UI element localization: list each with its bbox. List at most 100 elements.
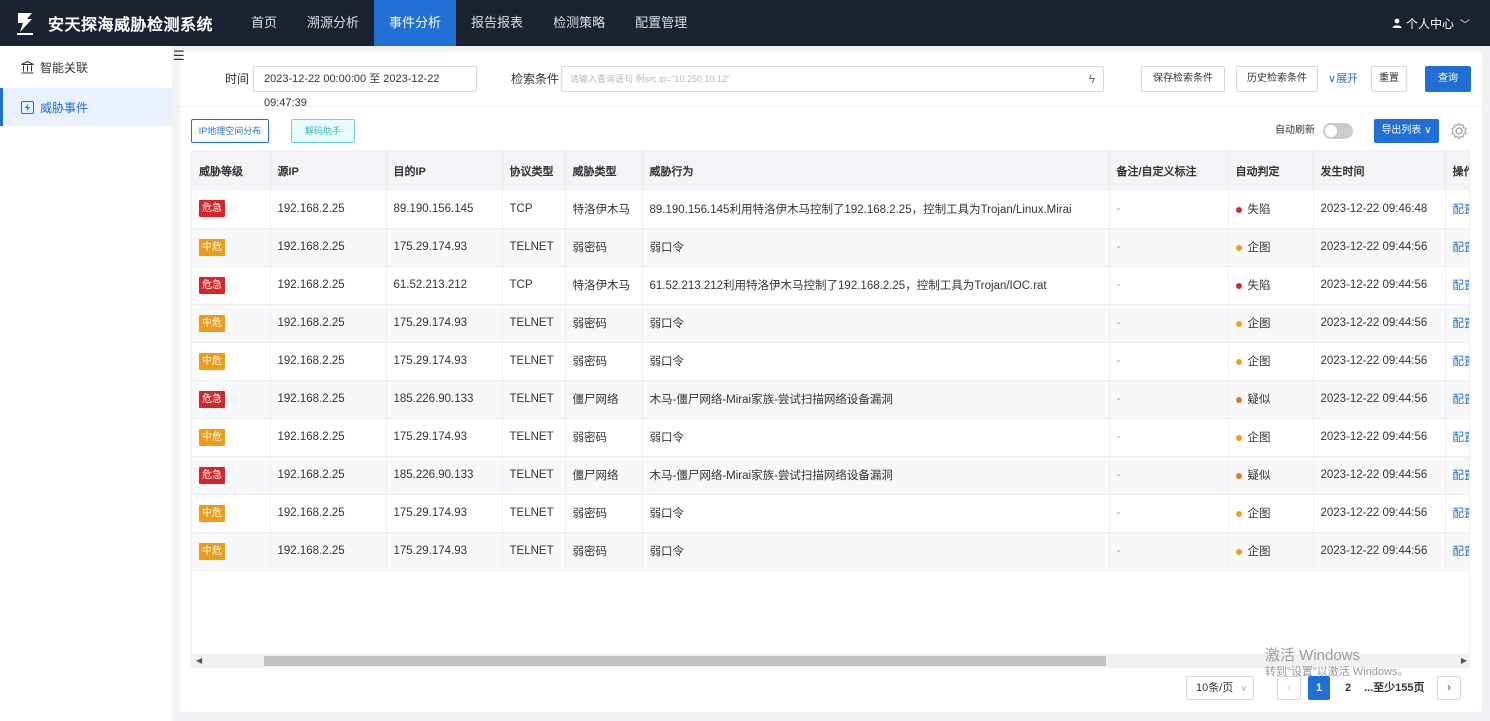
menu-collapse-icon[interactable]: ☰: [173, 48, 185, 64]
table-row[interactable]: 中危 192.168.2.25 175.29.174.93 TELNET 弱密码 弱口令 -…: [192, 228, 1470, 267]
verdict-label: 企图: [1247, 242, 1271, 254]
cell-verdict: 企图: [1228, 342, 1314, 381]
cell-level: 中危: [192, 418, 271, 457]
sidebar-item-label: 威胁事件: [40, 100, 89, 115]
export-label: 导出列表: [1381, 125, 1422, 136]
cell-time: 2023-12-22 09:46:48: [1313, 190, 1446, 229]
cell-operation: 配置: [1445, 304, 1470, 343]
column-header-threat-type[interactable]: 威胁类型: [565, 151, 643, 190]
cell-note: -: [1109, 342, 1229, 381]
cell-dst-ip: 175.29.174.93: [386, 342, 503, 381]
nav-item-detection-policy[interactable]: 检测策略: [538, 0, 620, 46]
cell-note: -: [1109, 418, 1229, 457]
config-link[interactable]: 配置: [1453, 470, 1470, 482]
config-link[interactable]: 配置: [1453, 508, 1470, 520]
verdict-label: 企图: [1247, 432, 1271, 444]
config-link[interactable]: 配置: [1453, 356, 1470, 368]
column-header-note[interactable]: 备注/自定义标注: [1109, 151, 1229, 190]
nav-item-trace-analysis[interactable]: 溯源分析: [292, 0, 374, 46]
cell-dst-ip: 175.29.174.93: [386, 418, 503, 457]
cell-behavior: 89.190.156.145利用特洛伊木马控制了192.168.2.25，控制工…: [642, 190, 1110, 229]
next-page-button[interactable]: ›: [1437, 676, 1461, 700]
page-2-button[interactable]: 2: [1337, 676, 1359, 700]
nav-item-config[interactable]: 配置管理: [620, 0, 702, 46]
cell-protocol: TELNET: [502, 494, 566, 533]
page-1-button[interactable]: 1: [1308, 676, 1330, 700]
column-header-level[interactable]: 威胁等级: [192, 151, 271, 190]
auto-refresh-toggle[interactable]: [1323, 123, 1353, 139]
prev-page-button[interactable]: ‹: [1277, 676, 1301, 700]
export-list-button[interactable]: 导出列表 ∨: [1374, 119, 1439, 143]
cell-time: 2023-12-22 09:44:56: [1313, 456, 1446, 495]
verdict-dot: [1235, 358, 1242, 365]
column-header-behavior[interactable]: 威胁行为: [642, 151, 1110, 190]
verdict-dot: [1235, 320, 1242, 327]
chevron-down-icon: ∨: [1328, 73, 1337, 85]
gear-icon[interactable]: [1450, 122, 1468, 140]
date-range-picker[interactable]: 2023-12-22 00:00:00 至 2023-12-22 09:47:3…: [253, 66, 477, 109]
table-row[interactable]: 中危 192.168.2.25 175.29.174.93 TELNET 弱密码 弱口令 -…: [192, 532, 1470, 571]
app-logo[interactable]: 安天探海威胁检测系统: [0, 10, 232, 36]
cell-level: 危急: [192, 266, 271, 305]
column-header-operation[interactable]: 操作: [1445, 151, 1469, 190]
config-link[interactable]: 配置: [1453, 394, 1470, 406]
table-row[interactable]: 中危 192.168.2.25 175.29.174.93 TELNET 弱密码 弱口令 -…: [192, 418, 1470, 457]
column-header-dst-ip[interactable]: 目的IP: [386, 151, 503, 190]
cell-operation: 配置: [1445, 342, 1470, 381]
search-input[interactable]: 请输入查询语句 例src.ip="10.250.10.12" ϟ: [561, 66, 1104, 92]
ip-geo-distribution-button[interactable]: IP地理空间分布: [191, 119, 269, 143]
table-row[interactable]: 危急 192.168.2.25 61.52.213.212 TCP 特洛伊木马 61.52…: [192, 266, 1470, 305]
cell-note: -: [1109, 532, 1229, 571]
sidebar-item-threat-events[interactable]: 威胁事件: [0, 88, 172, 126]
user-menu[interactable]: 个人中心 ﹀: [1392, 0, 1470, 46]
decode-assistant-button[interactable]: 解码助手: [291, 119, 355, 143]
flash-icon[interactable]: ϟ: [1089, 67, 1095, 91]
column-header-verdict[interactable]: 自动判定: [1228, 151, 1314, 190]
history-search-button[interactable]: 历史检索条件: [1236, 66, 1318, 92]
scrollbar-thumb[interactable]: [264, 656, 1106, 666]
table-row[interactable]: 危急 192.168.2.25 89.190.156.145 TCP 特洛伊木马 89.1…: [192, 190, 1470, 229]
cell-src-ip: 192.168.2.25: [270, 342, 387, 381]
cell-src-ip: 192.168.2.25: [270, 494, 387, 533]
scroll-left-arrow-icon[interactable]: ◀: [196, 654, 202, 668]
nav-item-event-analysis[interactable]: 事件分析: [374, 0, 457, 46]
config-link[interactable]: 配置: [1453, 204, 1470, 216]
cell-note: -: [1109, 190, 1229, 229]
query-button[interactable]: 查询: [1425, 66, 1471, 92]
cell-src-ip: 192.168.2.25: [270, 304, 387, 343]
table-row[interactable]: 中危 192.168.2.25 175.29.174.93 TELNET 弱密码 弱口令 -…: [192, 494, 1470, 533]
bank-icon: [20, 60, 34, 74]
cell-verdict: 疑似: [1228, 456, 1314, 495]
cell-level: 中危: [192, 494, 271, 533]
more-pages-label[interactable]: ...至少155页: [1364, 676, 1425, 700]
table-row[interactable]: 中危 192.168.2.25 175.29.174.93 TELNET 弱密码 弱口令 -…: [192, 342, 1470, 381]
table-row[interactable]: 危急 192.168.2.25 185.226.90.133 TELNET 僵尸网络 木马…: [192, 456, 1470, 495]
threat-level-badge: 中危: [199, 504, 225, 522]
expand-button[interactable]: ∨展开: [1328, 66, 1358, 92]
reset-button[interactable]: 重置: [1371, 66, 1407, 92]
cell-dst-ip: 175.29.174.93: [386, 228, 503, 267]
cell-level: 危急: [192, 190, 271, 229]
cell-time: 2023-12-22 09:44:56: [1313, 228, 1446, 267]
column-header-protocol[interactable]: 协议类型: [502, 151, 566, 190]
column-header-time[interactable]: 发生时间: [1313, 151, 1446, 190]
horizontal-scrollbar[interactable]: ◀ ▶: [191, 654, 1470, 668]
config-link[interactable]: 配置: [1453, 546, 1470, 558]
table-row[interactable]: 中危 192.168.2.25 175.29.174.93 TELNET 弱密码 弱口令 -…: [192, 304, 1470, 343]
config-link[interactable]: 配置: [1453, 318, 1470, 330]
nav-item-home[interactable]: 首页: [236, 0, 292, 46]
cell-operation: 配置: [1445, 418, 1470, 457]
config-link[interactable]: 配置: [1453, 432, 1470, 444]
cell-behavior: 弱口令: [642, 342, 1110, 381]
page-size-select[interactable]: 10条/页 ∨: [1186, 676, 1254, 700]
nav-item-reports[interactable]: 报告报表: [456, 0, 538, 46]
config-link[interactable]: 配置: [1453, 280, 1470, 292]
cell-src-ip: 192.168.2.25: [270, 418, 387, 457]
save-search-button[interactable]: 保存检索条件: [1141, 66, 1225, 92]
config-link[interactable]: 配置: [1453, 242, 1470, 254]
sidebar-item-smart-correlation[interactable]: 智能关联: [0, 48, 172, 86]
table-row[interactable]: 危急 192.168.2.25 185.226.90.133 TELNET 僵尸网络 木马…: [192, 380, 1470, 419]
column-header-src-ip[interactable]: 源IP: [270, 151, 387, 190]
cell-verdict: 失陷: [1228, 266, 1314, 305]
scroll-right-arrow-icon[interactable]: ▶: [1461, 654, 1467, 668]
